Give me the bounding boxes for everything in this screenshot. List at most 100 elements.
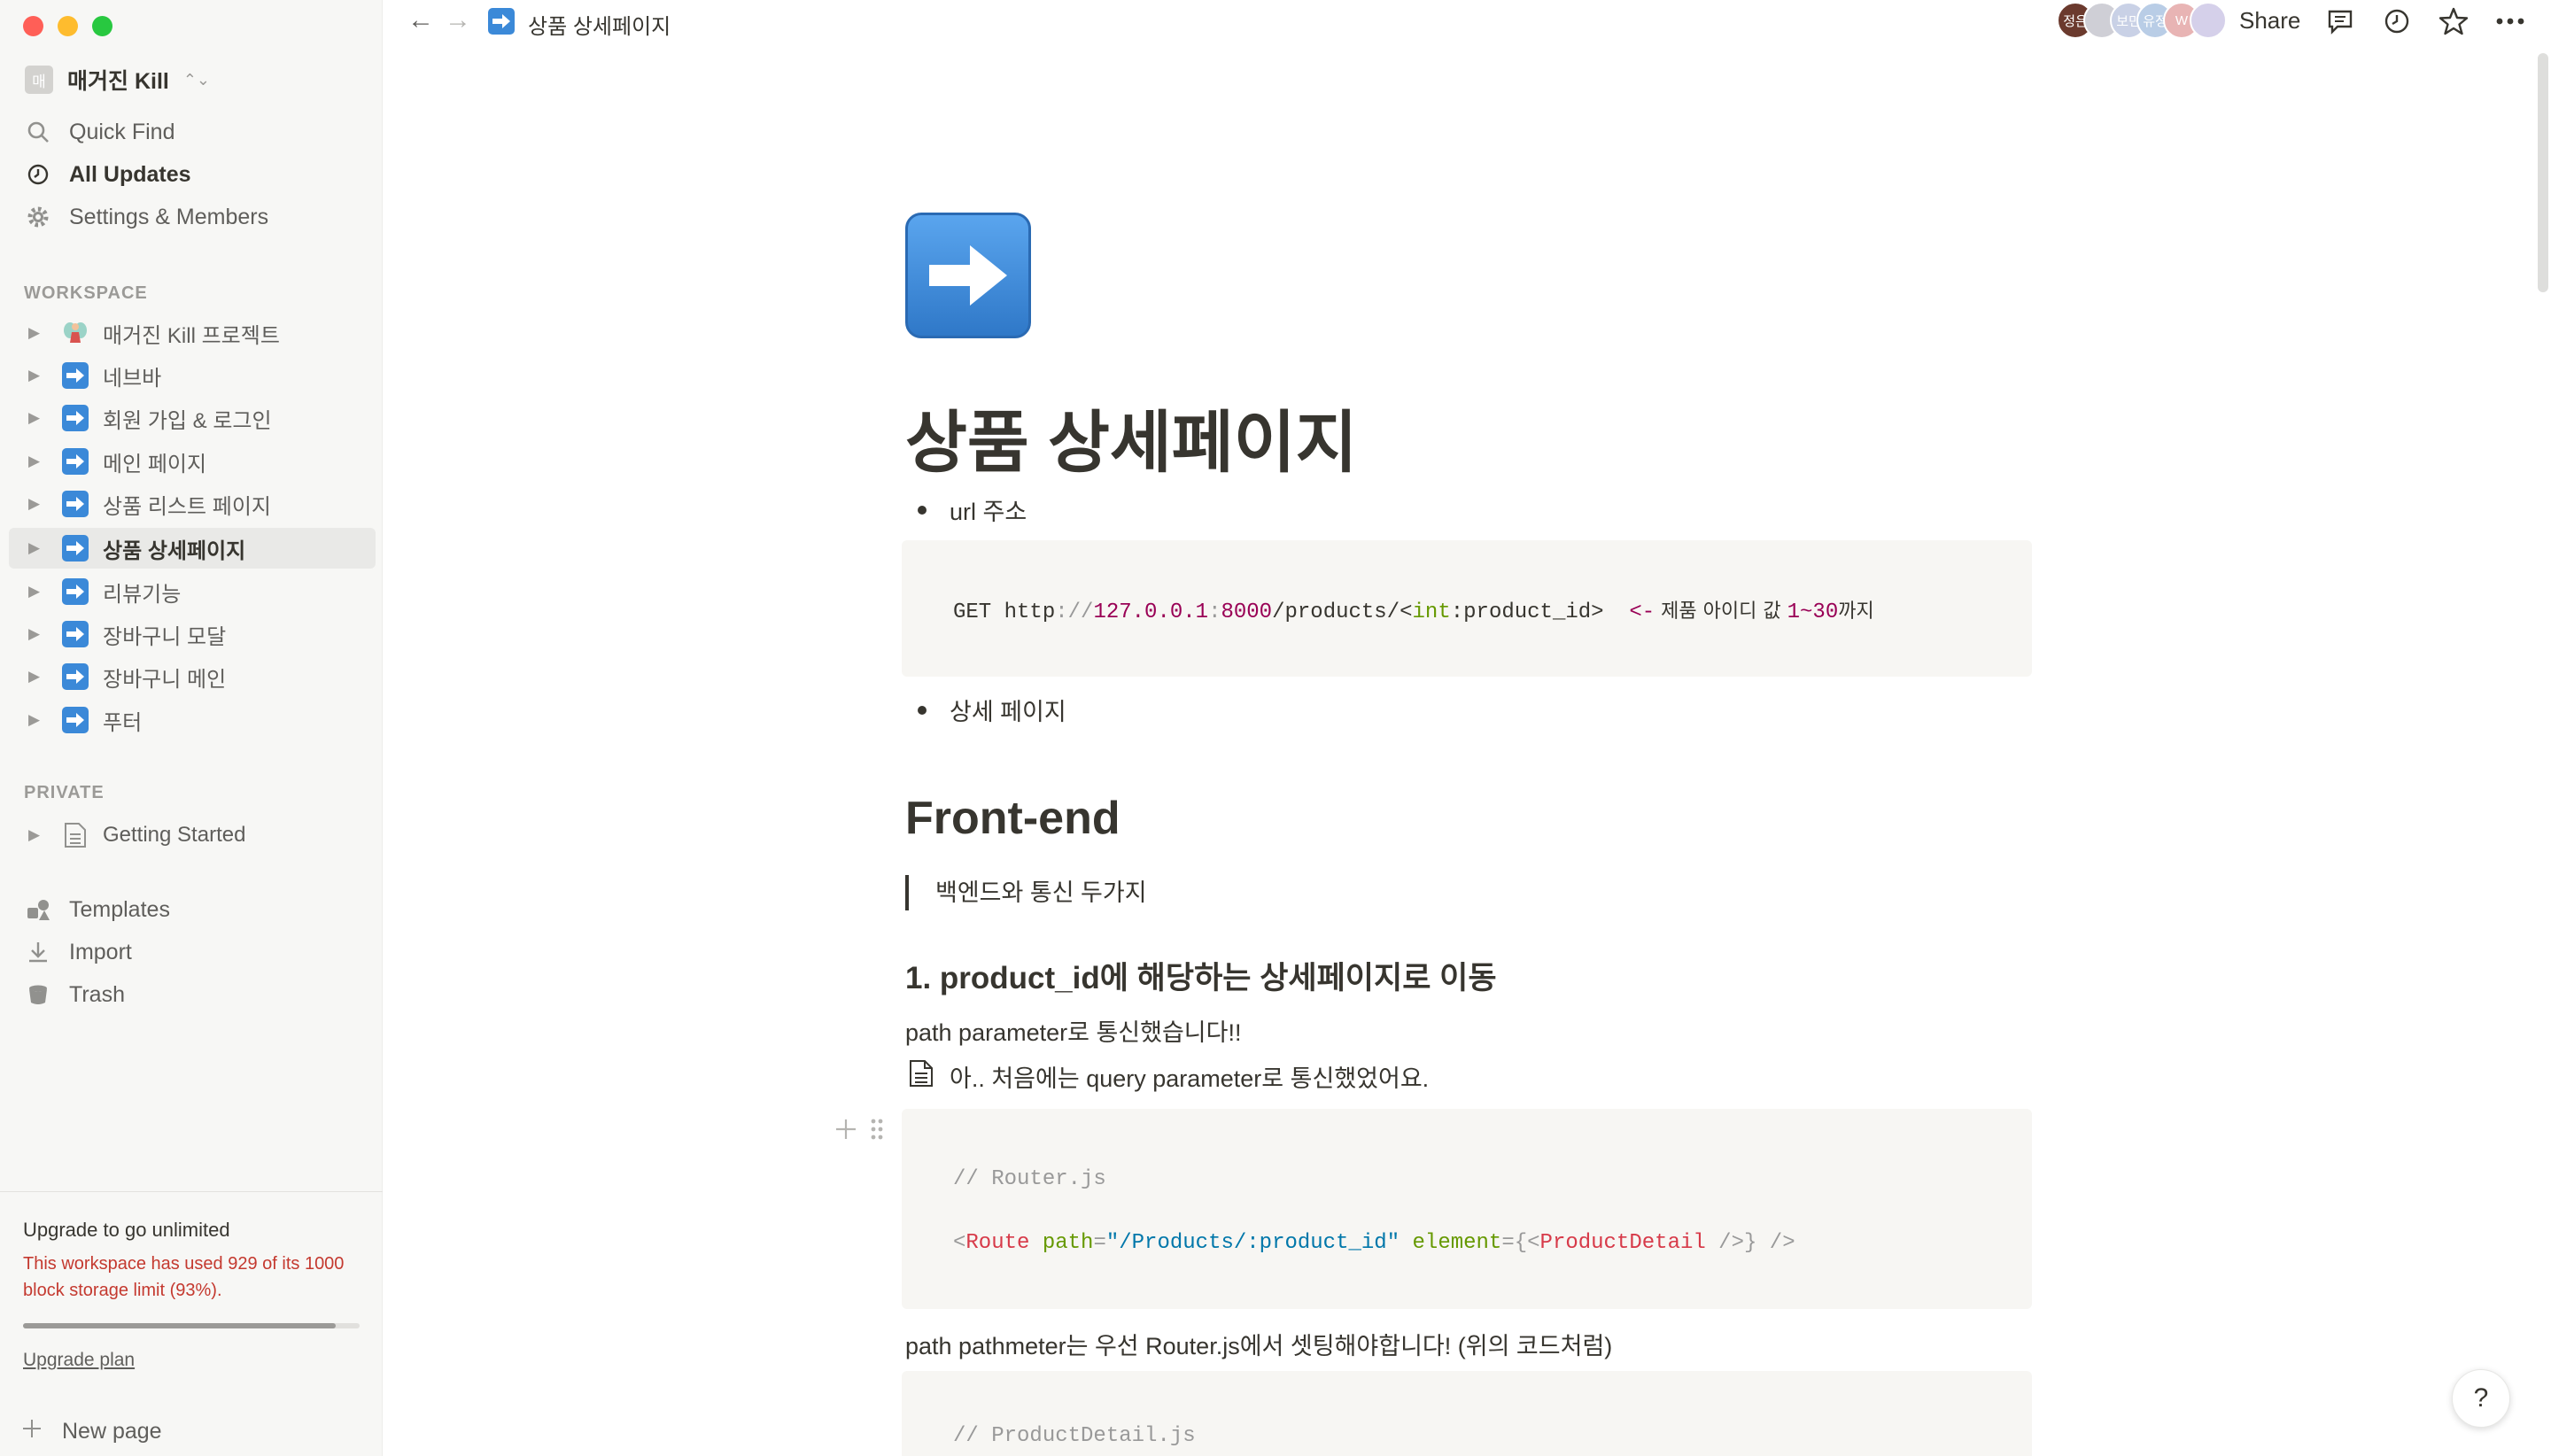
code-token: 1~30	[1787, 600, 1839, 624]
sidebar-page-footer[interactable]: ▶ 푸터	[9, 700, 376, 740]
new-page-label: New page	[62, 1418, 162, 1444]
code-token: {<	[1514, 1231, 1540, 1255]
breadcrumb[interactable]: 상품 상세페이지	[487, 7, 671, 42]
paragraph[interactable]: path pathmeter는 우선 Router.js에서 셋팅해야합니다! …	[905, 1327, 1612, 1361]
expand-triangle-icon[interactable]: ▶	[28, 539, 60, 557]
trash-button[interactable]: Trash	[25, 976, 125, 1013]
minimize-window-button[interactable]	[58, 16, 78, 36]
forward-arrow-icon[interactable]: →	[445, 5, 471, 35]
topbar: ← → 상품 상세페이지 정은 보민 유정 W Share	[383, 0, 2551, 44]
sidebar-page-product-detail[interactable]: ▶ 상품 상세페이지	[9, 528, 376, 569]
expand-triangle-icon[interactable]: ▶	[28, 367, 60, 384]
right-arrow-emoji-icon	[60, 619, 90, 649]
templates-button[interactable]: Templates	[25, 891, 170, 928]
sidebar-page-navbar[interactable]: ▶ 네브바	[9, 355, 376, 396]
new-page-button[interactable]: New page	[21, 1413, 162, 1449]
page-link[interactable]: 아.. 처음에는 query parameter로 통신했었어요.	[909, 1059, 1429, 1094]
workspace-switcher[interactable]: 매 매거진 Kill ⌃⌄	[25, 64, 210, 96]
code-comment: // Router.js	[953, 1167, 1106, 1191]
upgrade-plan-link[interactable]: Upgrade plan	[23, 1350, 360, 1371]
templates-icon	[25, 896, 51, 923]
code-token: 까지	[1838, 600, 1874, 623]
expand-triangle-icon[interactable]: ▶	[28, 495, 60, 513]
heading-product-id[interactable]: 1. product_id에 해당하는 상세페이지로 이동	[905, 953, 1497, 998]
scrollbar-thumb[interactable]	[2538, 53, 2548, 292]
code-token: ProductDetail	[1539, 1231, 1706, 1255]
zoom-window-button[interactable]	[92, 16, 112, 36]
all-updates-button[interactable]: All Updates	[25, 156, 191, 193]
code-token: Route	[965, 1231, 1030, 1255]
clock-icon	[25, 161, 51, 188]
code-block-url[interactable]: GET http://127.0.0.1:8000/products/<int:…	[902, 540, 2032, 677]
page-link-text: 아.. 처음에는 query parameter로 통신했었어요.	[950, 1065, 1430, 1092]
expand-triangle-icon[interactable]: ▶	[28, 583, 60, 600]
upgrade-panel: Upgrade to go unlimited This workspace h…	[0, 1191, 383, 1404]
heading-front-end[interactable]: Front-end	[905, 792, 1120, 845]
star-icon[interactable]	[2438, 5, 2470, 37]
private-section-label: PRIVATE	[24, 783, 105, 802]
sidebar-page-product-list[interactable]: ▶ 상품 리스트 페이지	[9, 484, 376, 524]
expand-triangle-icon[interactable]: ▶	[28, 668, 60, 685]
expand-triangle-icon[interactable]: ▶	[28, 826, 60, 844]
sidebar-page-label: 상품 리스트 페이지	[103, 494, 271, 519]
sidebar-page-review[interactable]: ▶ 리뷰기능	[9, 571, 376, 612]
back-arrow-icon[interactable]: ←	[407, 5, 434, 35]
right-arrow-emoji-icon	[60, 360, 90, 391]
download-icon	[25, 939, 51, 965]
quote-block[interactable]: 백엔드와 통신 두가지	[905, 875, 1147, 910]
right-arrow-emoji-icon	[60, 403, 90, 433]
paragraph[interactable]: path parameter로 통신했습니다!!	[905, 1013, 1242, 1048]
sidebar-page-cart-main[interactable]: ▶ 장바구니 메인	[9, 656, 376, 697]
settings-members-button[interactable]: Settings & Members	[25, 198, 268, 236]
code-token: 제품 아이디 값	[1655, 600, 1787, 623]
help-button[interactable]: ?	[2452, 1369, 2510, 1428]
sidebar-page-label: 네브바	[103, 366, 162, 391]
sidebar-page-label: 회원 가입 & 로그인	[103, 408, 272, 433]
bullet-item[interactable]: 상세 페이지	[918, 693, 1066, 727]
sidebar-page-main[interactable]: ▶ 메인 페이지	[9, 441, 376, 482]
comment-icon[interactable]	[2324, 5, 2356, 37]
avatar[interactable]	[2190, 2, 2227, 39]
drag-handle-icon[interactable]	[870, 1118, 884, 1145]
window-controls	[23, 16, 112, 36]
code-token: =	[1501, 1231, 1515, 1255]
expand-triangle-icon[interactable]: ▶	[28, 324, 60, 342]
collaborator-avatars[interactable]: 정은 보민 유정 W	[2057, 2, 2227, 39]
code-token: :	[1208, 600, 1221, 624]
expand-triangle-icon[interactable]: ▶	[28, 625, 60, 643]
quick-find-label: Quick Find	[69, 119, 175, 144]
import-button[interactable]: Import	[25, 933, 132, 971]
sidebar-page-magazine-kill-project[interactable]: ▶ 매거진 Kill 프로젝트	[9, 313, 376, 353]
expand-triangle-icon[interactable]: ▶	[28, 453, 60, 470]
close-window-button[interactable]	[23, 16, 43, 36]
add-block-icon[interactable]	[834, 1118, 857, 1145]
share-button[interactable]: Share	[2239, 7, 2300, 35]
right-arrow-emoji-icon	[60, 705, 90, 735]
plus-icon	[21, 1418, 43, 1445]
right-arrow-emoji-icon	[60, 446, 90, 476]
storage-warning: This workspace has used 929 of its 1000 …	[23, 1254, 345, 1300]
history-clock-icon[interactable]	[2381, 5, 2413, 37]
sidebar-page-getting-started[interactable]: ▶ Getting Started	[9, 815, 376, 856]
quick-find-button[interactable]: Quick Find	[25, 113, 174, 151]
sidebar-page-cart-modal[interactable]: ▶ 장바구니 모달	[9, 614, 376, 654]
right-arrow-emoji-icon	[487, 7, 516, 42]
right-arrow-emoji-icon	[60, 533, 90, 563]
templates-label: Templates	[69, 896, 170, 922]
search-icon	[25, 119, 51, 145]
workspace-avatar: 매	[25, 66, 53, 94]
more-options-icon[interactable]	[2494, 5, 2526, 37]
page-icon[interactable]	[905, 213, 1031, 338]
code-token: path	[1029, 1231, 1094, 1255]
expand-triangle-icon[interactable]: ▶	[28, 711, 60, 729]
workspace-section-label: WORKSPACE	[24, 283, 148, 303]
bullet-item[interactable]: url 주소	[918, 492, 1027, 527]
sidebar-page-signup-login[interactable]: ▶ 회원 가입 & 로그인	[9, 398, 376, 438]
code-block-product-detail[interactable]: // ProductDetail.js	[902, 1371, 2032, 1456]
page-title[interactable]: 상품 상세페이지	[905, 388, 1358, 485]
code-token: <	[953, 1231, 966, 1255]
expand-triangle-icon[interactable]: ▶	[28, 409, 60, 427]
breadcrumb-page-title: 상품 상세페이지	[528, 15, 671, 39]
scrollbar[interactable]	[2532, 53, 2551, 1456]
code-block-router[interactable]: // Router.js <Route path="/Products/:pro…	[902, 1109, 2032, 1309]
